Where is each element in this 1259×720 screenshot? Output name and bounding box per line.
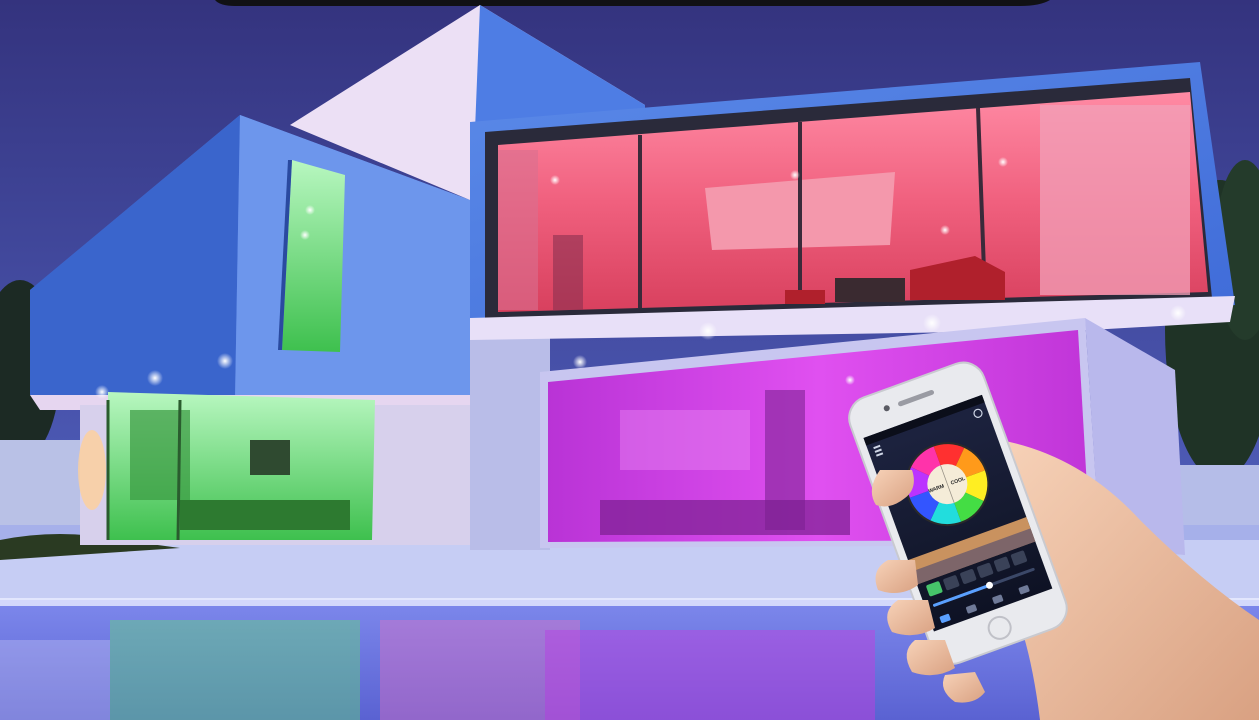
photo-illustration: WARM COOL (0, 0, 1259, 720)
wall-light (78, 430, 106, 510)
pool-reflections (0, 620, 875, 720)
central-column (470, 330, 550, 550)
neighbor-house (0, 440, 80, 530)
smart-home-photo: WARM COOL (0, 0, 1259, 720)
curtain (1040, 105, 1190, 295)
top-banner-edge (215, 0, 1050, 6)
finger-1 (875, 560, 918, 594)
finger-2 (887, 600, 935, 636)
slit-window (282, 160, 345, 352)
